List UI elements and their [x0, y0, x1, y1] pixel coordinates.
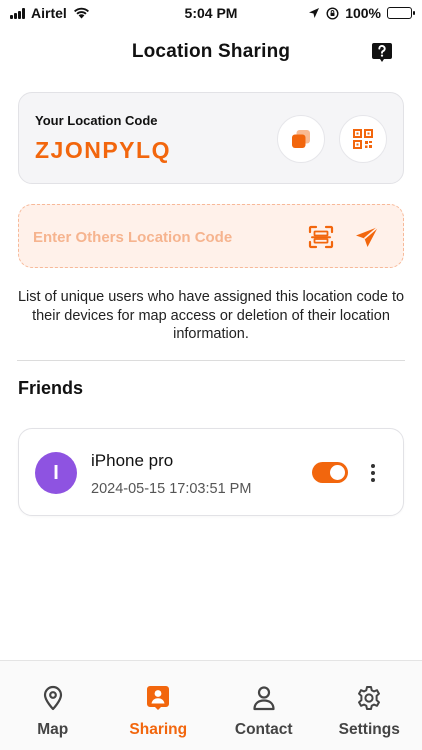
send-code-button[interactable]	[352, 223, 382, 251]
friend-name: iPhone pro	[91, 451, 174, 470]
header: Location Sharing	[0, 34, 422, 70]
orientation-lock-icon	[326, 6, 339, 20]
battery-percent: 100%	[345, 5, 381, 21]
qr-code-icon	[353, 129, 373, 149]
nav-label-settings: Settings	[338, 721, 400, 738]
nav-label-map: Map	[37, 721, 69, 738]
location-code-value: ZJONPYLQ	[35, 137, 171, 163]
nav-item-map[interactable]: Map	[0, 661, 106, 750]
wifi-icon	[73, 7, 89, 19]
enter-code-input[interactable]	[33, 223, 293, 251]
enter-code-field	[18, 204, 404, 268]
battery-icon	[387, 7, 415, 19]
nav-label-contact: Contact	[234, 721, 293, 738]
status-time: 5:04 PM	[184, 5, 238, 21]
location-arrow-icon	[309, 8, 320, 18]
friends-title: Friends	[18, 378, 84, 398]
status-bar: Airtel 5:04 PM 100%	[0, 0, 422, 26]
more-dots-icon	[371, 464, 375, 468]
scan-icon	[308, 225, 334, 249]
gear-icon	[356, 685, 382, 711]
status-left: Airtel	[10, 5, 150, 21]
divider	[17, 360, 405, 361]
scan-code-button[interactable]	[306, 223, 336, 251]
copy-icon	[292, 130, 310, 148]
person-badge-icon	[145, 685, 171, 711]
more-options-button[interactable]	[362, 459, 384, 487]
avatar: I	[35, 452, 77, 494]
send-icon	[356, 226, 379, 247]
nav-item-contact[interactable]: Contact	[211, 661, 317, 750]
friend-timestamp: 2024-05-15 17:03:51 PM	[91, 481, 252, 497]
page-title: Location Sharing	[131, 41, 291, 62]
map-pin-icon	[40, 685, 66, 711]
location-code-label: Your Location Code	[35, 113, 158, 128]
bottom-nav: Map Sharing Contact Settings	[0, 660, 422, 750]
person-icon	[251, 685, 277, 711]
toggle-knob	[330, 465, 345, 480]
nav-item-sharing[interactable]: Sharing	[106, 661, 212, 750]
sharing-toggle[interactable]	[312, 462, 348, 483]
qr-code-button[interactable]	[339, 115, 387, 163]
nav-label-sharing: Sharing	[129, 721, 188, 738]
info-text: List of unique users who have assigned t…	[17, 289, 405, 342]
status-right: 100%	[272, 5, 415, 21]
signal-icon	[10, 7, 25, 19]
friend-item[interactable]: I iPhone pro 2024-05-15 17:03:51 PM	[18, 428, 404, 516]
help-icon[interactable]	[370, 40, 394, 64]
location-code-card: Your Location Code ZJONPYLQ	[18, 92, 404, 184]
nav-item-settings[interactable]: Settings	[317, 661, 422, 750]
copy-code-button[interactable]	[277, 115, 325, 163]
carrier-name: Airtel	[31, 5, 67, 21]
